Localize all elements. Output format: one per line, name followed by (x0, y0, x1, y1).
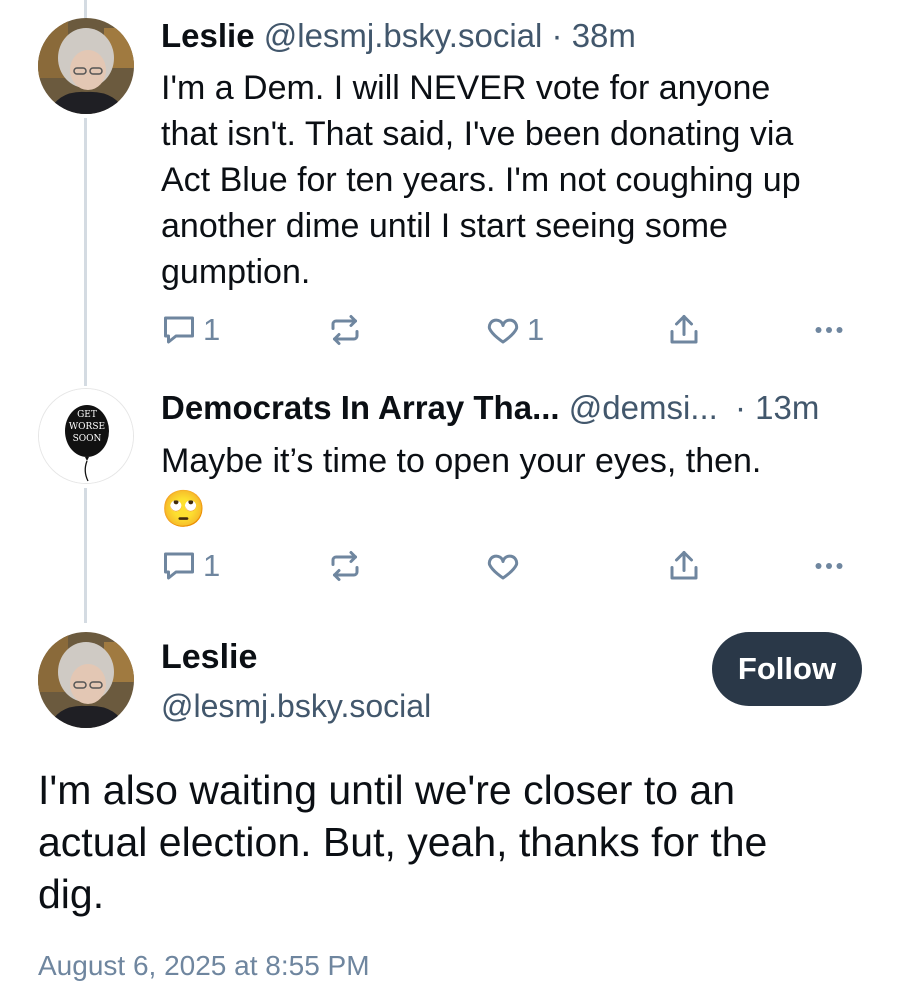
share-icon (666, 548, 702, 584)
text-line: another dime until I start seeing some (161, 207, 728, 245)
text-line: Act Blue for ten years. I'm not coughing… (161, 161, 801, 199)
focus-post-text: I'm also waiting until we're closer to a… (38, 764, 868, 920)
thread-line (84, 0, 87, 18)
repost-button[interactable] (327, 310, 363, 350)
reply-icon (161, 548, 197, 584)
post-actions: 1 (161, 546, 861, 586)
thread-line (84, 488, 87, 623)
more-options-button[interactable] (811, 310, 847, 350)
repost-icon (327, 312, 363, 348)
text-line: Maybe it’s time to open your eyes, then. (161, 442, 762, 480)
avatar[interactable] (38, 18, 134, 114)
reply-button[interactable]: 1 (161, 310, 220, 350)
text-line: dig. (38, 871, 105, 917)
share-button[interactable] (666, 546, 702, 586)
svg-text:WORSE: WORSE (69, 422, 105, 432)
heart-icon (485, 548, 521, 584)
post-text: Maybe it’s time to open your eyes, then.… (161, 438, 881, 534)
text-line: I'm a Dem. I will NEVER vote for anyone (161, 69, 771, 107)
reply-count: 1 (203, 548, 221, 583)
post-time[interactable]: 13m (755, 389, 819, 426)
author-handle[interactable]: @lesmj.bsky.social (264, 17, 543, 54)
reply-count: 1 (203, 312, 221, 347)
share-button[interactable] (666, 310, 702, 350)
post-actions: 1 1 (161, 310, 861, 350)
like-count: 1 (527, 312, 545, 347)
post-text: I'm a Dem. I will NEVER vote for anyone … (161, 65, 881, 295)
text-line: that isn't. That said, I've been donatin… (161, 115, 794, 153)
repost-button[interactable] (327, 546, 363, 586)
post-header: Leslie @lesmj.bsky.social · 38m (161, 16, 636, 56)
author-name[interactable]: Democrats In Array Tha... (161, 389, 560, 426)
text-line: I'm also waiting until we're closer to a… (38, 767, 736, 813)
more-options-icon (811, 312, 847, 348)
avatar[interactable]: GET WORSE SOON (38, 388, 134, 484)
separator: · (734, 389, 746, 426)
focus-author-name[interactable]: Leslie (161, 638, 257, 677)
thread-line (84, 118, 87, 386)
post-time[interactable]: 38m (572, 17, 636, 54)
avatar[interactable] (38, 632, 134, 728)
heart-icon (485, 312, 521, 348)
focus-author-handle[interactable]: @lesmj.bsky.social (161, 688, 431, 725)
reply-icon (161, 312, 197, 348)
more-options-icon (811, 548, 847, 584)
like-button[interactable]: 1 (485, 310, 544, 350)
svg-text:SOON: SOON (73, 434, 102, 444)
post-header: Democrats In Array Tha... @demsi... · 13… (161, 388, 819, 428)
emoji: 🙄 (161, 488, 206, 529)
follow-button[interactable]: Follow (712, 632, 862, 706)
author-name[interactable]: Leslie (161, 17, 255, 54)
post-timestamp: August 6, 2025 at 8:55 PM (38, 950, 370, 981)
author-handle[interactable]: @demsi... (569, 389, 718, 426)
reply-button[interactable]: 1 (161, 546, 220, 586)
text-line: gumption. (161, 253, 311, 291)
repost-icon (327, 548, 363, 584)
more-options-button[interactable] (811, 546, 847, 586)
separator: · (551, 17, 563, 54)
like-button[interactable] (485, 546, 521, 586)
text-line: actual election. But, yeah, thanks for t… (38, 819, 768, 865)
svg-text:GET: GET (77, 410, 97, 420)
share-icon (666, 312, 702, 348)
